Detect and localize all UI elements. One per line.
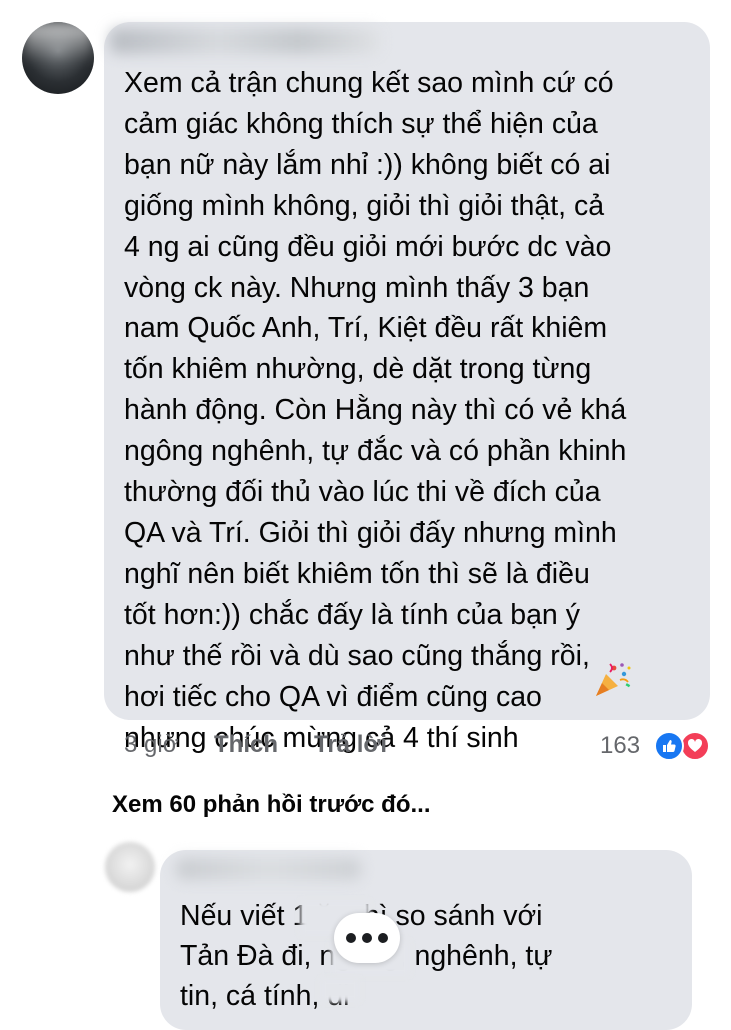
reply-button[interactable]: Trả lời (314, 730, 387, 760)
view-previous-replies-link[interactable]: Xem 60 phản hồi trước đó... (112, 790, 431, 820)
reply-avatar[interactable] (105, 842, 155, 892)
more-dot-icon (346, 933, 356, 943)
text-occlusion (320, 978, 360, 1002)
party-popper-icon (596, 663, 631, 696)
reaction-count[interactable]: 163 (600, 731, 640, 761)
commenter-name-blurred[interactable] (110, 28, 380, 54)
like-button[interactable]: Thích (214, 730, 278, 760)
commenter-avatar[interactable] (22, 22, 94, 94)
reply-text: Nếu viết 1 ăn thì so sánh với Tản Đà đi,… (180, 900, 553, 1012)
comment-timestamp: 3 giờ (124, 731, 179, 758)
more-dot-icon (362, 933, 372, 943)
love-icon (680, 731, 710, 761)
like-icon (654, 731, 684, 761)
comment-text: Xem cả trận chung kết sao mình cứ có cảm… (124, 67, 627, 754)
more-options-button[interactable] (334, 913, 400, 963)
reply-name-blurred[interactable] (176, 858, 361, 880)
more-dot-icon (378, 933, 388, 943)
